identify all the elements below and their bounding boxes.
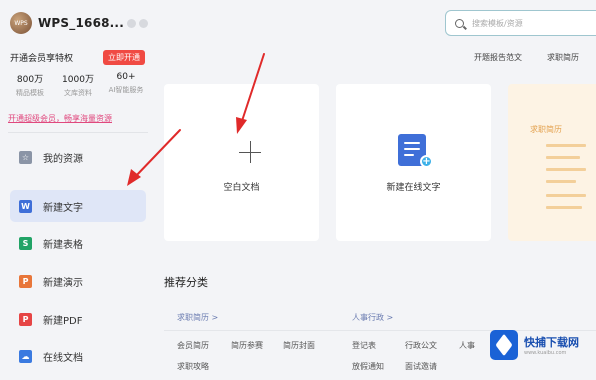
top-link-resume[interactable]: 求职简历 (547, 52, 579, 63)
vip-promo-text: 开通会员享特权 (10, 54, 74, 64)
resource-icon: ☆ (19, 150, 32, 164)
category-item[interactable]: 简历封面 (283, 340, 315, 351)
vip-row: 开通会员享特权 立即开通 (10, 50, 145, 65)
sidebar-item-label: 在线文档 (43, 352, 83, 364)
resume-preview-line (546, 194, 586, 197)
stat-value: 60+ (116, 72, 136, 82)
resume-preview-line (546, 206, 582, 209)
slides-icon: P (19, 274, 32, 288)
category-hr-link[interactable]: 人事行政 > (352, 312, 393, 323)
resume-preview-line (546, 144, 586, 147)
card-label: 空白文档 (223, 183, 260, 193)
sidebar-item-my-resources[interactable]: ☆ 我的资源 (10, 141, 146, 173)
vip-open-button[interactable]: 立即开通 (103, 50, 145, 65)
search-icon (455, 18, 464, 28)
sidebar-divider (8, 132, 148, 133)
sidebar-item-new-slides[interactable]: P 新建演示 (10, 265, 146, 297)
stat-value: 1000万 (62, 75, 94, 85)
watermark-text: 快捕下载网 (524, 336, 579, 349)
category-item[interactable]: 放假通知 (352, 361, 384, 372)
stat-label: AI智能服务 (108, 86, 144, 94)
stat-library: 1000万 文库资料 (56, 72, 100, 98)
sidebar-item-new-document[interactable]: W 新建文字 (10, 190, 146, 222)
sidebar-item-new-pdf[interactable]: P 新建PDF (10, 303, 146, 335)
user-profile[interactable]: WPS WPS_1668... (10, 10, 150, 36)
category-resume-link[interactable]: 求职简历 > (177, 312, 218, 323)
category-item[interactable]: 简历参赛 (231, 340, 263, 351)
sidebar-item-label: 新建表格 (43, 239, 83, 251)
super-vip-link[interactable]: 开通超级会员，畅享海量资源 (8, 113, 112, 124)
cloud-doc-icon: ☁ (19, 349, 32, 363)
add-badge-icon: + (420, 155, 433, 168)
resume-card-title: 求职简历 (530, 125, 562, 134)
category-item[interactable]: 行政公文 (405, 340, 437, 351)
pdf-icon: P (19, 312, 32, 326)
avatar[interactable]: WPS (10, 12, 32, 34)
resume-preview-line (546, 168, 586, 171)
category-item[interactable]: 人事 (459, 340, 475, 351)
sidebar-item-new-sheet[interactable]: S 新建表格 (10, 227, 146, 259)
sidebar: WPS WPS_1668... 开通会员享特权 立即开通 800万 精品模板 1… (0, 0, 155, 380)
online-document-card[interactable]: + 新建在线文字 (336, 84, 491, 241)
sidebar-item-online-docs[interactable]: ☁ 在线文档 (10, 340, 146, 372)
card-label: 新建在线文字 (386, 183, 441, 193)
stat-label: 文库资料 (64, 89, 92, 97)
resume-template-card[interactable]: 求职简历 (508, 84, 596, 241)
sidebar-item-label: 我的资源 (43, 153, 83, 165)
stat-label: 精品模板 (16, 89, 44, 97)
recommend-section-title: 推荐分类 (164, 276, 208, 289)
main-panel: 搜索模板/资源 开题报告范文 求职简历 空白文档 + 新建在线文字 求职简历 推… (155, 0, 596, 380)
search-placeholder: 搜索模板/资源 (472, 18, 523, 28)
watermark-url: www.kuaibu.com (524, 350, 567, 356)
resume-preview-line (546, 180, 576, 183)
blank-document-card[interactable]: 空白文档 (164, 84, 319, 241)
category-item[interactable]: 会员简历 (177, 340, 209, 351)
vip-stats: 800万 精品模板 1000万 文库资料 60+ AI智能服务 (8, 72, 148, 98)
search-input[interactable]: 搜索模板/资源 (445, 10, 596, 36)
resume-preview-line (546, 156, 580, 159)
category-item[interactable]: 登记表 (352, 340, 376, 351)
stat-ai: 60+ AI智能服务 (104, 72, 148, 98)
sidebar-item-label: 新建演示 (43, 277, 83, 289)
plus-icon-vertical (250, 141, 251, 163)
sidebar-item-label: 新建PDF (43, 315, 83, 327)
watermark-logo-icon (490, 330, 518, 360)
watermark: 快捕下载网 www.kuaibu.com (490, 326, 588, 364)
stat-templates: 800万 精品模板 (8, 72, 52, 98)
category-item[interactable]: 求职攻略 (177, 361, 209, 372)
username[interactable]: WPS_1668... (38, 16, 124, 30)
status-dot-icon (138, 18, 148, 28)
category-item[interactable]: 面试邀请 (405, 361, 437, 372)
sheet-icon: S (19, 236, 32, 250)
online-doc-icon: + (398, 134, 433, 168)
top-link-proposal[interactable]: 开题报告范文 (474, 52, 522, 63)
vip-badge-icon (126, 18, 136, 28)
stat-value: 800万 (16, 75, 44, 85)
word-icon: W (19, 199, 32, 213)
sidebar-item-label: 新建文字 (43, 202, 83, 214)
